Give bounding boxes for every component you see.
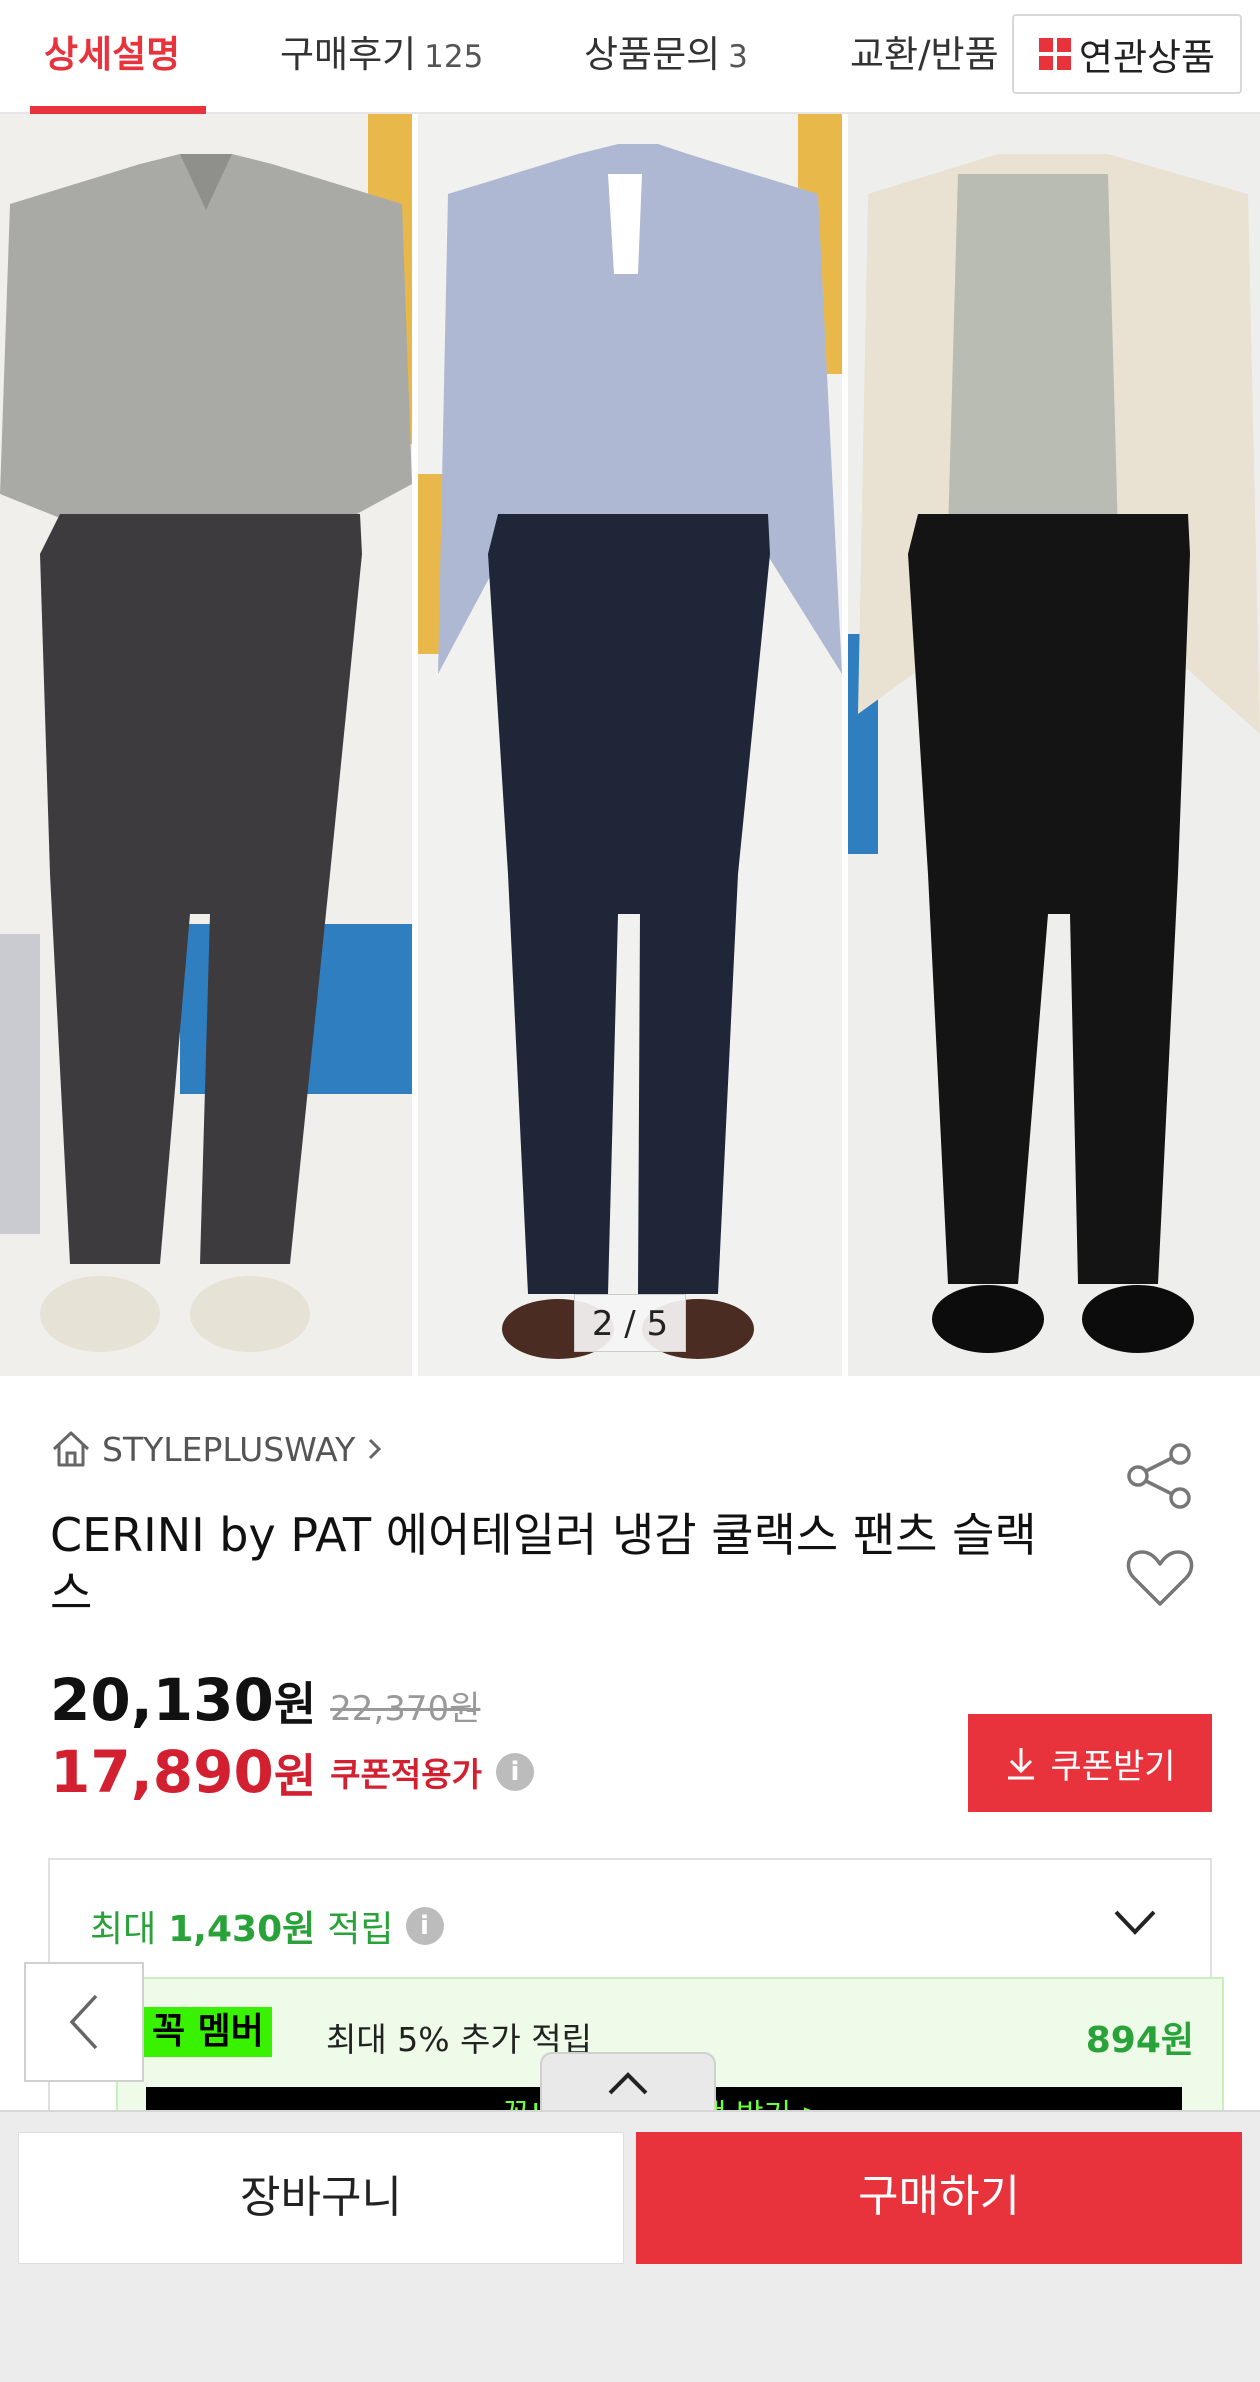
tab-reviews[interactable]: 구매후기 125 [280,0,483,114]
active-tab-underline [30,106,206,114]
points-prefix: 최대 [90,1909,157,1950]
tab-inquiry[interactable]: 상품문의 3 [584,0,748,114]
chevron-up-icon [608,2072,648,2095]
carousel-pager: 2 / 5 [574,1294,686,1352]
points-summary[interactable]: 최대 1,430원 적립 i [90,1900,444,1952]
coupon-price-row: 17,890원 쿠폰적용가 i [50,1738,534,1806]
sale-price: 20,130원 [50,1666,316,1734]
home-icon [52,1431,90,1467]
related-products-button[interactable]: 연관상품 [1012,14,1242,94]
coupon-price-label: 쿠폰적용가 [330,1755,482,1794]
product-photo-beige-jacket [848,114,1260,1376]
tab-inquiry-count: 3 [728,39,748,75]
member-badge: 꼭 멤버 [144,2007,272,2057]
add-to-cart-button[interactable]: 장바구니 [18,2132,624,2264]
product-photo-gray-polo [0,114,412,1376]
info-icon[interactable]: i [495,1753,534,1791]
price-row: 20,130원 22,370원 [50,1666,480,1734]
chevron-left-icon [69,1994,98,2050]
back-button[interactable] [24,1962,144,2082]
original-price: 22,370원 [330,1689,481,1729]
expand-handle[interactable] [540,2052,716,2114]
detail-tab-bar: 상세설명 구매후기 125 상품문의 3 교환/반품 연관상품 [0,0,1260,114]
related-products-label: 연관상품 [1078,36,1216,79]
member-benefit-amount: 894원 [1085,2020,1194,2061]
points-suffix: 적립 [327,1909,394,1950]
tab-detail-label: 상세설명 [44,33,181,76]
heart-icon[interactable] [1124,1542,1196,1614]
shop-link[interactable]: STYLEPLUSWAY [50,1424,385,1474]
tab-exchange[interactable]: 교환/반품 [850,0,1020,114]
sale-price-unit: 원 [273,1677,317,1731]
product-image-carousel[interactable]: 2 / 5 [0,114,1260,1376]
tab-exchange-label: 교환/반품 [850,33,999,76]
sale-price-value: 20,130 [50,1666,274,1734]
chevron-down-icon[interactable] [1112,1904,1158,1940]
download-icon [1008,1748,1035,1780]
coupon-price: 17,890원 [50,1738,316,1806]
points-amount: 1,430원 [168,1909,316,1950]
tab-detail[interactable]: 상세설명 [44,0,180,114]
tab-inquiry-label: 상품문의 [584,33,721,76]
chevron-right-icon [369,1438,382,1460]
download-coupon-button[interactable]: 쿠폰받기 [968,1714,1212,1812]
info-icon[interactable]: i [405,1907,444,1945]
buy-now-button[interactable]: 구매하기 [636,2132,1242,2264]
coupon-price-unit: 원 [273,1749,317,1803]
coupon-price-value: 17,890 [50,1738,274,1806]
tab-reviews-count: 125 [424,39,484,75]
product-title: CERINI by PAT 에어테일러 냉감 쿨랙스 팬츠 슬랙스 [50,1508,1037,1620]
shop-name: STYLEPLUSWAY [102,1429,356,1469]
bottom-action-bar: 장바구니 구매하기 [0,2110,1260,2382]
tab-reviews-label: 구매후기 [280,33,417,76]
download-coupon-label: 쿠폰받기 [1050,1746,1176,1787]
product-photo-striped-shirt [418,114,842,1376]
grid-icon [1038,38,1071,70]
share-icon[interactable] [1124,1440,1196,1512]
